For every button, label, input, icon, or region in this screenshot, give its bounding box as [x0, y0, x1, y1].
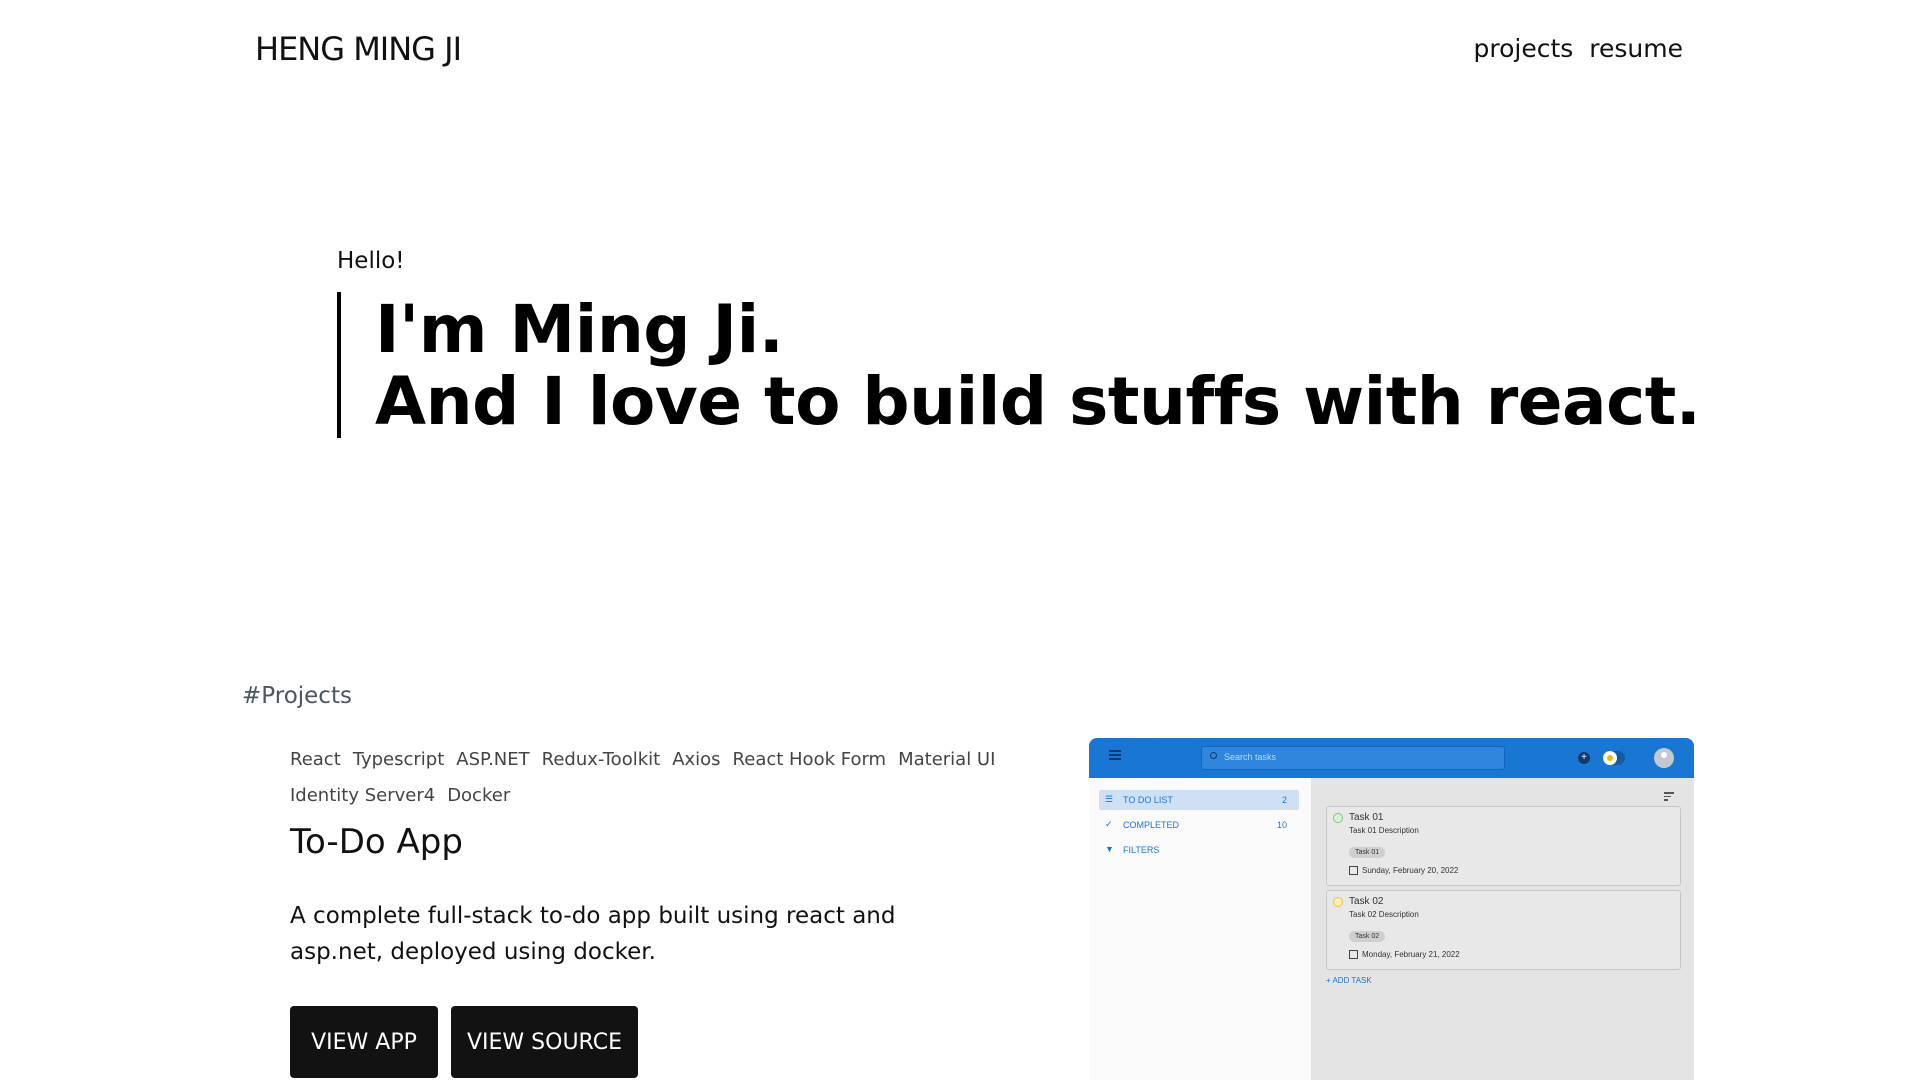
preview-search-placeholder: Search tasks: [1224, 752, 1277, 762]
tech-tag: Docker: [447, 785, 511, 806]
task-date: Monday, February 21, 2022: [1362, 950, 1460, 959]
tech-tag: Redux-Toolkit: [541, 749, 661, 770]
sort-icon: [1664, 792, 1674, 803]
task-title: Task 02: [1349, 896, 1384, 907]
preview-sidebar-filters: ▼ FILTERS: [1099, 840, 1299, 860]
preview-add-task: + ADD TASK: [1326, 976, 1372, 985]
tech-tag: Axios: [672, 749, 721, 770]
status-dot-icon: [1333, 813, 1343, 823]
hero-line-1: I'm Ming Ji.: [375, 291, 784, 368]
sidebar-item-count: 10: [1276, 820, 1287, 830]
tech-tag: React: [290, 749, 341, 770]
preview-task-list: Task 01 Task 01 Description Task 01 Sund…: [1311, 778, 1694, 1080]
preview-app-bar: Search tasks +: [1089, 738, 1694, 778]
add-icon: +: [1578, 752, 1590, 764]
task-description: Task 02 Description: [1349, 910, 1419, 919]
hero-line-2: And I love to build stuffs with react.: [375, 363, 1701, 440]
list-icon: ☰: [1105, 794, 1114, 804]
search-icon: [1210, 752, 1217, 759]
avatar: [1654, 748, 1674, 768]
check-icon: ✓: [1105, 819, 1113, 829]
site-brand[interactable]: HENG MING JI: [255, 30, 462, 68]
plus-icon: +: [1326, 976, 1331, 985]
tech-tag: React Hook Form: [732, 749, 887, 770]
hero-headline: I'm Ming Ji. And I love to build stuffs …: [337, 291, 1701, 440]
task-title: Task 01: [1349, 812, 1384, 823]
project-preview-screenshot: Search tasks + ☰ TO DO LIST 2 ✓ COMPLETE…: [1089, 738, 1694, 1080]
hero-greeting: Hello!: [337, 248, 405, 274]
preview-task-card: Task 02 Task 02 Description Task 02 Mond…: [1326, 890, 1681, 970]
tech-tag: Material UI: [898, 749, 996, 770]
tech-tag: ASP.NET: [456, 749, 530, 770]
menu-icon: [1109, 750, 1121, 762]
project-title: To-Do App: [290, 822, 463, 862]
nav-resume-link[interactable]: resume: [1589, 34, 1683, 63]
task-date: Sunday, February 20, 2022: [1362, 866, 1459, 875]
view-source-button[interactable]: VIEW SOURCE: [451, 1006, 638, 1078]
calendar-icon: [1349, 866, 1358, 875]
task-tag-chip: Task 01: [1349, 847, 1386, 858]
status-dot-icon: [1333, 897, 1343, 907]
top-nav: projects resume: [1473, 34, 1683, 63]
sidebar-item-label: COMPLETED: [1123, 820, 1180, 830]
nav-projects-link[interactable]: projects: [1473, 34, 1573, 63]
preview-sidebar: ☰ TO DO LIST 2 ✓ COMPLETED 10 ▼ FILTERS: [1089, 778, 1311, 1080]
sidebar-item-count: 2: [1281, 795, 1287, 805]
view-app-button[interactable]: VIEW APP: [290, 1006, 438, 1078]
sidebar-item-label: TO DO LIST: [1123, 795, 1173, 805]
sidebar-item-label: FILTERS: [1123, 845, 1160, 855]
preview-search-field: Search tasks: [1201, 746, 1505, 770]
filter-icon: ▼: [1105, 844, 1114, 854]
tech-tag: Identity Server4: [290, 785, 436, 806]
theme-toggle-icon: [1603, 751, 1625, 765]
project-tech-tags: React Typescript ASP.NET Redux-Toolkit A…: [290, 745, 1020, 811]
preview-sidebar-completed: ✓ COMPLETED 10: [1099, 815, 1299, 835]
task-description: Task 01 Description: [1349, 826, 1419, 835]
add-task-label: ADD TASK: [1332, 976, 1372, 985]
projects-section-title: #Projects: [242, 683, 352, 709]
calendar-icon: [1349, 950, 1358, 959]
preview-sidebar-todo: ☰ TO DO LIST 2: [1099, 790, 1299, 810]
task-tag-chip: Task 02: [1349, 931, 1386, 942]
tech-tag: Typescript: [352, 749, 445, 770]
preview-task-card: Task 01 Task 01 Description Task 01 Sund…: [1326, 806, 1681, 886]
project-description: A complete full-stack to-do app built us…: [290, 903, 896, 965]
